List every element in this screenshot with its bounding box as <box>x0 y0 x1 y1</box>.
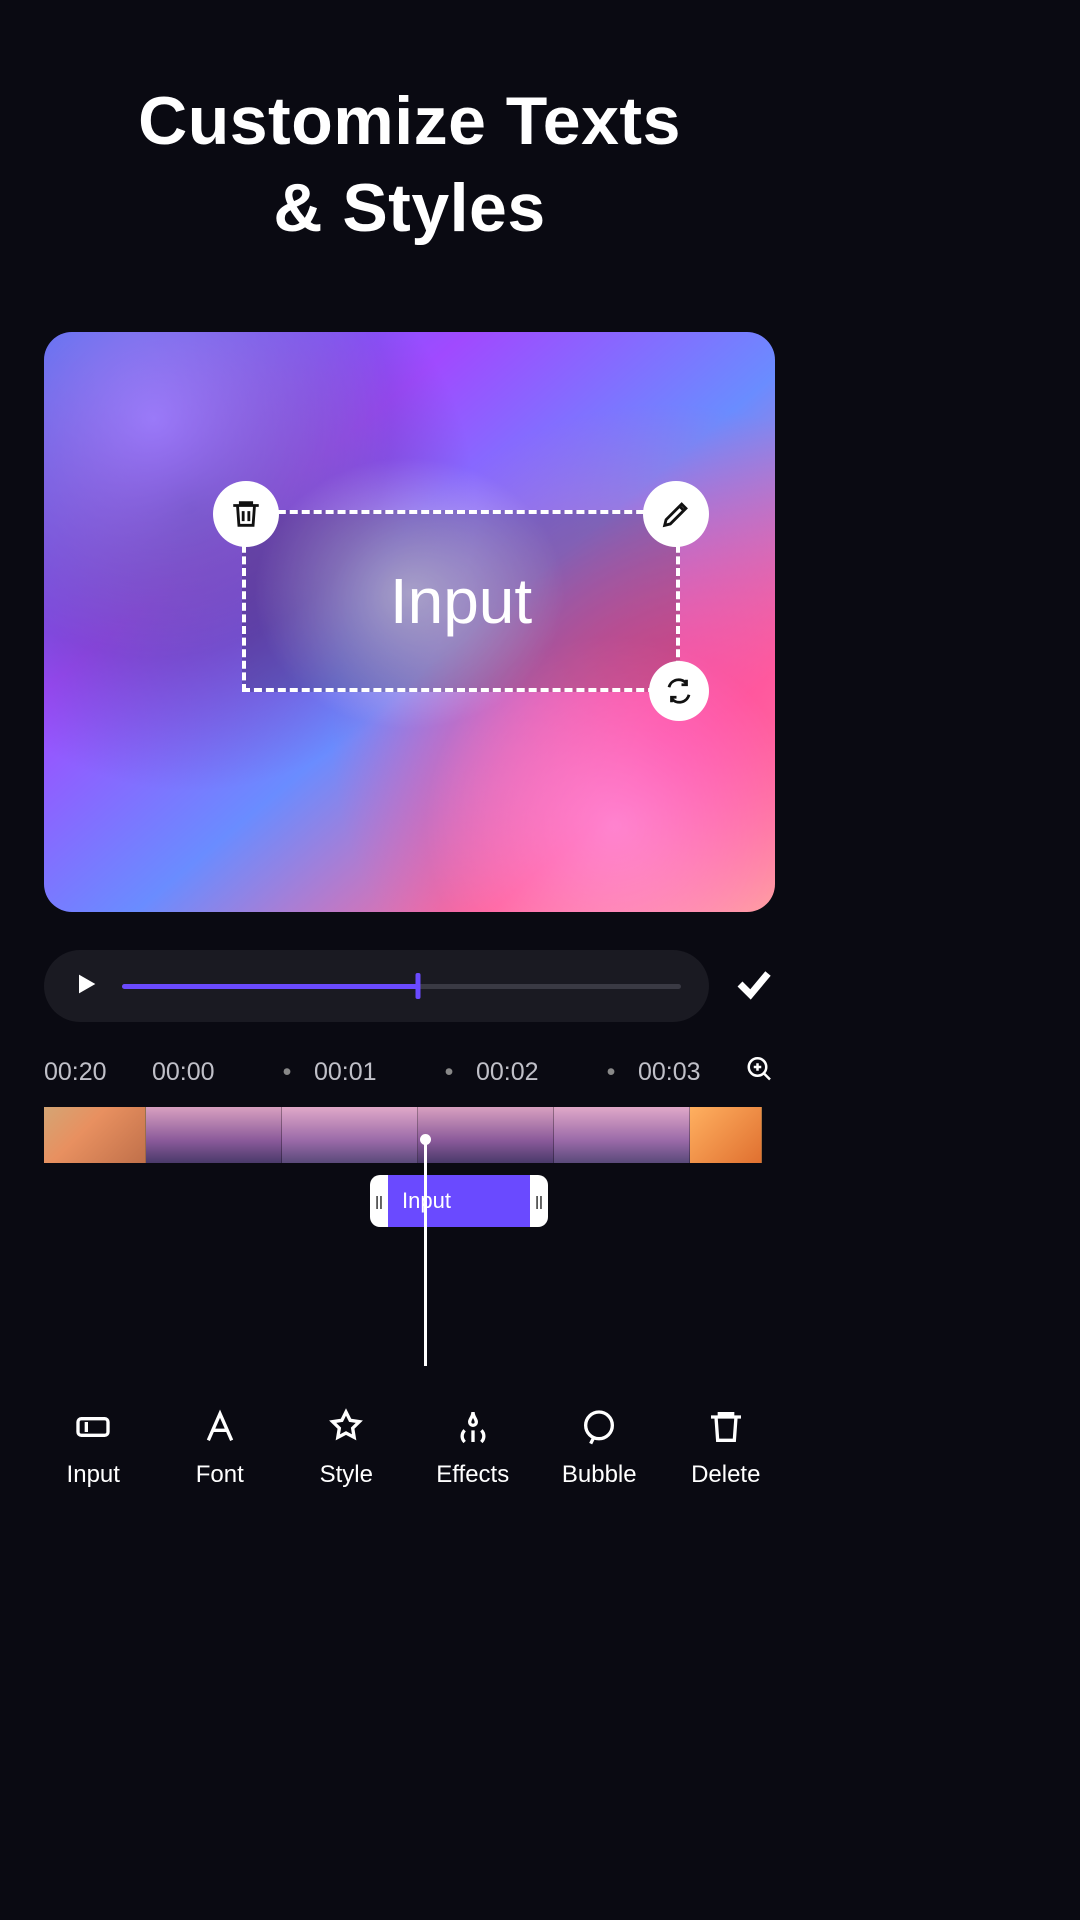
trash-icon <box>229 497 263 531</box>
tool-label: Font <box>196 1461 244 1489</box>
tool-label: Bubble <box>562 1461 637 1489</box>
heading-line-2: & Styles <box>273 170 545 246</box>
pencil-icon <box>659 497 693 531</box>
ruler-mark: 00:00 <box>152 1058 260 1087</box>
effects-icon <box>453 1407 493 1447</box>
zoom-in-button[interactable] <box>745 1054 775 1091</box>
overlay-text: Input <box>390 564 532 638</box>
ruler-dot: • <box>584 1058 638 1087</box>
tool-label: Input <box>67 1461 120 1489</box>
tool-label: Effects <box>436 1461 509 1489</box>
progress-knob[interactable] <box>416 973 421 999</box>
text-clip[interactable]: || Input || <box>370 1175 548 1227</box>
clip-handle-right[interactable]: || <box>530 1193 548 1209</box>
timeline-clip[interactable] <box>44 1107 146 1163</box>
timeline-clip[interactable] <box>146 1107 282 1163</box>
trash-icon <box>706 1407 746 1447</box>
player-bar <box>44 950 709 1022</box>
ruler-mark: 00:20 <box>44 1058 152 1087</box>
player-controls <box>44 950 775 1022</box>
tool-bubble[interactable]: Bubble <box>544 1407 654 1489</box>
tool-delete[interactable]: Delete <box>671 1407 781 1489</box>
progress-track[interactable] <box>122 984 681 989</box>
timeline-clip[interactable] <box>282 1107 418 1163</box>
ruler-mark: 00:03 <box>638 1058 746 1087</box>
confirm-button[interactable] <box>733 963 775 1010</box>
tool-style[interactable]: Style <box>291 1407 401 1489</box>
heading-line-1: Customize Texts <box>138 83 681 159</box>
check-icon <box>733 963 775 1005</box>
text-track: || Input || <box>44 1175 775 1231</box>
tool-effects[interactable]: Effects <box>418 1407 528 1489</box>
input-icon <box>73 1407 113 1447</box>
text-clip-label: Input <box>388 1175 530 1227</box>
play-icon <box>72 970 100 998</box>
edit-overlay-handle[interactable] <box>643 481 709 547</box>
ruler-mark: 00:01 <box>314 1058 422 1087</box>
timeline-clip[interactable] <box>690 1107 762 1163</box>
delete-overlay-handle[interactable] <box>213 481 279 547</box>
video-preview[interactable]: Input <box>44 332 775 912</box>
zoom-in-icon <box>745 1054 775 1084</box>
ruler-dot: • <box>260 1058 314 1087</box>
font-icon <box>200 1407 240 1447</box>
play-button[interactable] <box>72 970 100 1003</box>
rotate-overlay-handle[interactable] <box>649 661 709 721</box>
tool-font[interactable]: Font <box>165 1407 275 1489</box>
bubble-icon <box>579 1407 619 1447</box>
rotate-icon <box>664 676 694 706</box>
playhead[interactable] <box>424 1138 427 1366</box>
tool-label: Delete <box>691 1461 760 1489</box>
tool-label: Style <box>320 1461 373 1489</box>
progress-fill <box>122 984 418 989</box>
timeline-ruler: 00:20 00:00 • 00:01 • 00:02 • 00:03 <box>44 1058 775 1087</box>
ruler-dot: • <box>422 1058 476 1087</box>
text-overlay-box[interactable]: Input <box>242 510 680 692</box>
timeline-clip[interactable] <box>554 1107 690 1163</box>
timeline-clip[interactable] <box>418 1107 554 1163</box>
tool-input[interactable]: Input <box>38 1407 148 1489</box>
clip-timeline[interactable] <box>44 1107 775 1163</box>
style-icon <box>326 1407 366 1447</box>
ruler-mark: 00:02 <box>476 1058 584 1087</box>
page-title: Customize Texts & Styles <box>0 78 819 252</box>
bottom-toolbar: Input Font Style Effects Bubble Delete <box>0 1374 819 1534</box>
clip-handle-left[interactable]: || <box>370 1193 388 1209</box>
